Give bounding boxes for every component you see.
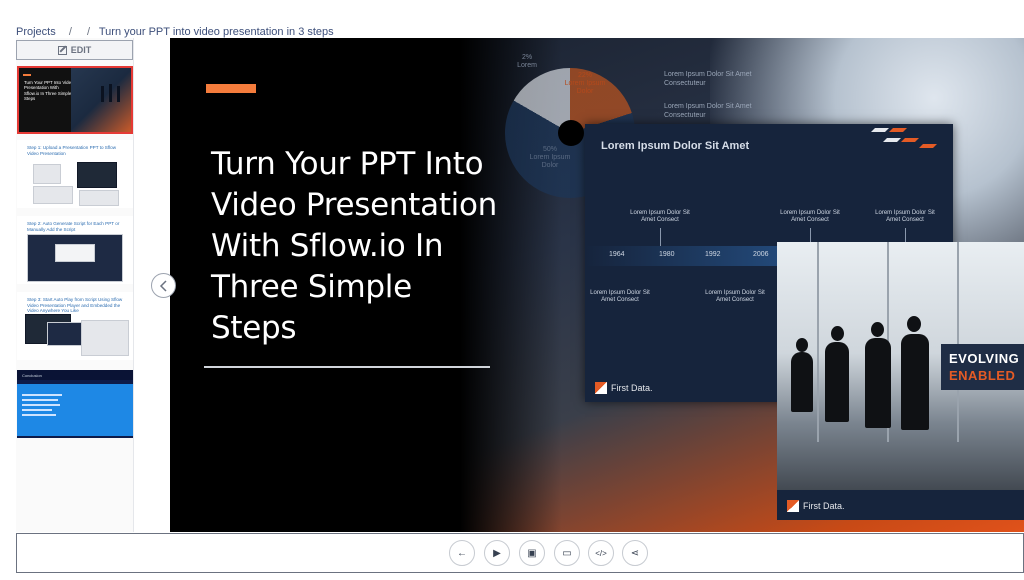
first-data-logo-icon — [595, 382, 607, 394]
thumbnail-title: Step 2: Auto Generate Script for Each PP… — [27, 221, 120, 232]
background-note: Lorem Ipsum Dolor Sit Amet Consectuteur — [664, 71, 752, 87]
thumbnail-title: Step 3: Start Auto Play from Script Usin… — [27, 297, 123, 314]
slide-thumbnail-3[interactable]: Step 2: Auto Generate Script for Each PP… — [17, 216, 133, 284]
video-camera-icon: ▭ — [562, 547, 572, 559]
edit-icon — [57, 45, 67, 55]
image-button[interactable]: ▣ — [519, 540, 545, 566]
timeline-label: Lorem Ipsum Dolor Sit Amet Consect — [630, 210, 690, 223]
play-icon: ▶ — [493, 547, 501, 559]
previous-slide-button[interactable] — [151, 273, 176, 298]
pie-label: 22% Lorem Ipsum Dolor — [564, 72, 606, 95]
timeline-year: 1980 — [659, 251, 675, 258]
timeline-label: Lorem Ipsum Dolor Sit Amet Consect — [875, 210, 935, 223]
chevron-left-icon — [159, 279, 167, 292]
thumbnail-screenshot — [77, 162, 117, 188]
breadcrumb-current: Turn your PPT into video presentation in… — [98, 26, 334, 38]
player-toolbar: ← ▶ ▣ ▭ </> ⋖ — [16, 533, 1024, 573]
back-button[interactable]: ← — [449, 540, 475, 566]
embed-code-button[interactable]: </> — [588, 540, 614, 566]
slide-thumbnail-sidebar: EDIT Turn Your PPT Into Video Presentati… — [16, 38, 134, 532]
edit-button[interactable]: EDIT — [16, 40, 133, 60]
evolving-enabled-banner: EVOLVING ENABLED — [941, 344, 1024, 390]
thumbnail-screenshot — [33, 164, 61, 184]
edit-button-label: EDIT — [70, 45, 92, 55]
timeline-year: 1964 — [609, 251, 625, 258]
slide-thumbnail-5[interactable]: Conclusion — [17, 370, 133, 438]
thumbnail-accent-bar — [23, 74, 31, 76]
pie-label: 50% Lorem Ipsum Dolor — [529, 146, 571, 169]
code-icon: </> — [595, 548, 607, 558]
slide-thumbnail-1[interactable]: Turn Your PPT Into Video Presentation Wi… — [17, 66, 133, 134]
background-note: Lorem Ipsum Dolor Sit Amet Consectuteur — [664, 103, 752, 119]
timeline-label: Lorem Ipsum Dolor Sit Amet Consect — [780, 210, 840, 223]
title-accent-bar — [206, 84, 256, 93]
image-icon: ▣ — [527, 547, 537, 559]
card-title: Lorem Ipsum Dolor Sit Amet — [601, 140, 750, 152]
thumbnail-title: Conclusion — [22, 373, 42, 378]
breadcrumb-separator: / — [86, 26, 90, 38]
thumbnail-screenshot — [33, 186, 73, 204]
thumbnail-screenshot — [79, 190, 119, 206]
timeline-label: Lorem Ipsum Dolor Sit Amet Consect — [590, 290, 650, 303]
thumbnail-title: Turn Your PPT Into Video Presentation Wi… — [24, 80, 74, 102]
share-button[interactable]: ⋖ — [622, 540, 648, 566]
arrow-left-icon: ← — [457, 547, 467, 559]
pie-label: 2% Lorem — [517, 54, 537, 69]
thumbnail-title: Step 1: Upload a Presentation PPT to Sfl… — [27, 145, 117, 156]
share-icon: ⋖ — [630, 547, 640, 559]
first-data-logo: First Data. — [787, 500, 845, 512]
thumbnail-image — [71, 68, 131, 132]
timeline-label: Lorem Ipsum Dolor Sit Amet Consect — [705, 290, 765, 303]
slide-preview: 2% Lorem 22% Lorem Ipsum Dolor 50% Lorem… — [170, 38, 1024, 532]
timeline-year: 2006 — [753, 251, 769, 258]
thumbnail-dialog — [55, 244, 95, 262]
slide-thumbnail-4[interactable]: Step 3: Start Auto Play from Script Usin… — [17, 292, 133, 360]
first-data-logo-icon — [787, 500, 799, 512]
background-office-photo: EVOLVING ENABLED First Data. — [777, 242, 1024, 520]
slide-thumbnail-2[interactable]: Step 1: Upload a Presentation PPT to Sfl… — [17, 140, 133, 208]
slide-headline: Turn Your PPT Into Video Presentation Wi… — [211, 146, 497, 346]
breadcrumb-projects-link[interactable]: Projects — [16, 26, 56, 38]
first-data-logo: First Data. — [595, 382, 653, 394]
thumbnail-screenshot — [81, 320, 129, 356]
play-button[interactable]: ▶ — [484, 540, 510, 566]
video-button[interactable]: ▭ — [554, 540, 580, 566]
breadcrumb-separator: / — [68, 26, 72, 38]
timeline-year: 1992 — [705, 251, 721, 258]
headline-underline — [204, 366, 490, 368]
